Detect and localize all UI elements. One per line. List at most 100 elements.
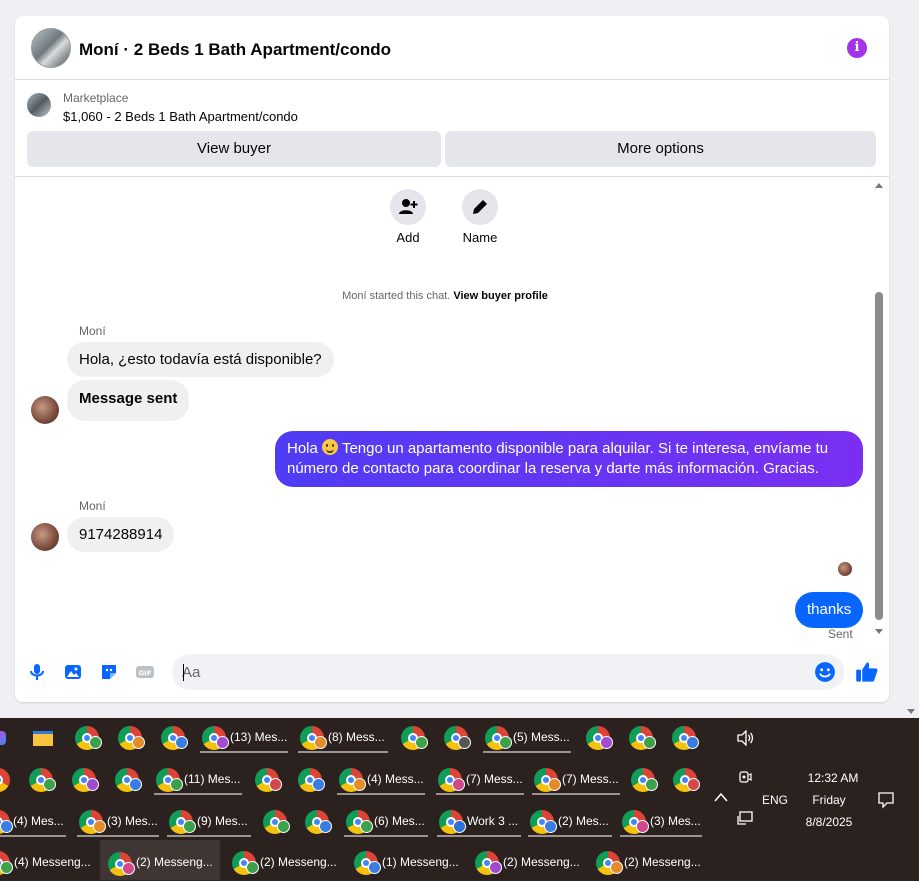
chrome-window-messenger[interactable]: (2) Messeng... — [594, 848, 704, 878]
chrome-window-messenger[interactable]: (1) Messeng... — [352, 848, 462, 878]
chat-header: Moní · 2 Beds 1 Bath Apartment/condo i — [15, 16, 889, 80]
microphone-in-use-icon[interactable] — [738, 770, 752, 786]
chat-scrollbar[interactable] — [873, 177, 885, 647]
svg-text:GIF: GIF — [138, 670, 151, 678]
chrome-window-work[interactable]: Work 3 ... — [437, 807, 521, 837]
chevron-up-icon[interactable] — [714, 792, 728, 802]
chrome-window[interactable] — [29, 765, 56, 795]
profile-badge-icon — [89, 736, 102, 749]
incoming-message[interactable]: Hola, ¿esto todavía está disponible? — [67, 342, 334, 377]
gif-icon[interactable]: GIF — [135, 662, 155, 682]
marketplace-listing-row[interactable]: Marketplace $1,060 - 2 Beds 1 Bath Apart… — [15, 80, 889, 126]
emoji-icon[interactable] — [814, 661, 836, 683]
sender-avatar[interactable] — [31, 523, 59, 551]
scroll-down-arrow[interactable] — [875, 629, 883, 634]
chrome-window-messenger[interactable]: (6) Mes... — [344, 807, 428, 837]
chrome-window[interactable] — [263, 807, 290, 837]
outgoing-message[interactable]: Hola Tengo un apartamento disponible par… — [275, 431, 863, 487]
network-icon[interactable] — [736, 810, 754, 826]
profile-badge-icon — [246, 861, 259, 874]
chrome-window[interactable] — [0, 765, 12, 795]
chrome-window-messenger[interactable]: (2) Messeng... — [473, 848, 583, 878]
profile-badge-icon — [415, 736, 428, 749]
profile-badge-icon — [499, 736, 512, 749]
chrome-window-messenger[interactable]: (4) Mess... — [337, 765, 425, 795]
file-explorer-app[interactable] — [31, 723, 55, 753]
copilot-app[interactable] — [0, 723, 10, 753]
window-title: (2) Messeng... — [136, 855, 213, 869]
chrome-window[interactable] — [305, 807, 332, 837]
chat-title[interactable]: Moní · 2 Beds 1 Bath Apartment/condo — [79, 40, 391, 60]
scrollbar-thumb[interactable] — [875, 292, 883, 620]
chrome-window-messenger[interactable]: (13) Mes... — [200, 723, 288, 753]
message-text-rest: Tengo un apartamento disponible para alq… — [287, 440, 829, 477]
speaker-icon[interactable] — [736, 730, 754, 746]
chrome-window[interactable] — [298, 765, 325, 795]
chrome-window[interactable] — [115, 765, 142, 795]
chrome-window-messenger[interactable]: (2) Mes... — [528, 807, 612, 837]
profile-badge-icon — [548, 778, 561, 791]
chrome-window[interactable] — [631, 765, 658, 795]
chrome-window-messenger[interactable]: (11) Mes... — [154, 765, 242, 795]
sender-avatar[interactable] — [31, 396, 59, 424]
message-input-box[interactable] — [172, 654, 844, 690]
chrome-window[interactable] — [75, 723, 102, 753]
clock-date[interactable]: 8/8/2025 — [805, 815, 853, 829]
chrome-window[interactable] — [672, 723, 699, 753]
chrome-window-messenger[interactable]: (4) Messeng... — [0, 848, 96, 878]
scroll-up-arrow[interactable] — [875, 183, 883, 188]
photo-icon[interactable] — [63, 662, 83, 682]
incoming-message[interactable]: Message sent — [67, 380, 190, 421]
add-person-button[interactable] — [390, 189, 426, 225]
chrome-window[interactable] — [255, 765, 282, 795]
chrome-window-messenger[interactable]: (2) Messeng... — [230, 848, 340, 878]
profile-badge-icon — [216, 736, 229, 749]
notification-icon[interactable] — [877, 791, 895, 809]
chat-window: Moní · 2 Beds 1 Bath Apartment/condo i M… — [15, 16, 889, 702]
info-icon[interactable]: i — [847, 38, 867, 58]
chrome-window[interactable] — [401, 723, 428, 753]
profile-badge-icon — [129, 778, 142, 791]
profile-badge-icon — [544, 820, 557, 833]
thumbs-up-icon[interactable] — [855, 660, 879, 684]
clock-day[interactable]: Friday — [805, 793, 853, 807]
chrome-window-messenger[interactable]: (7) Mess... — [532, 765, 620, 795]
outgoing-message[interactable]: thanks — [795, 592, 864, 628]
message-input[interactable] — [182, 654, 802, 690]
listing-actions: View buyer More options — [27, 131, 877, 167]
more-options-button[interactable]: More options — [445, 131, 876, 167]
profile-badge-icon — [183, 820, 196, 833]
clock-time[interactable]: 12:32 AM — [805, 771, 861, 785]
chrome-window[interactable] — [72, 765, 99, 795]
chrome-window[interactable] — [118, 723, 145, 753]
chrome-window[interactable] — [161, 723, 188, 753]
window-title: (3) Mes... — [650, 814, 701, 828]
chrome-window-messenger[interactable]: (4) Mes... — [0, 807, 66, 837]
sticker-icon[interactable] — [99, 662, 119, 682]
message-composer: GIF — [15, 652, 889, 692]
chrome-window[interactable] — [629, 723, 656, 753]
listing-avatar[interactable] — [31, 28, 71, 68]
language-indicator[interactable]: ENG — [762, 793, 788, 807]
page-scroll-down-arrow[interactable] — [907, 709, 915, 714]
chrome-window-messenger-active[interactable]: (2) Messeng... — [100, 840, 220, 880]
chrome-window-messenger[interactable]: (7) Mess... — [436, 765, 524, 795]
microphone-icon[interactable] — [27, 662, 47, 682]
taskbar-row: (4) Messeng... (2) Messeng... (2) Messen… — [0, 840, 701, 880]
profile-badge-icon — [0, 861, 13, 874]
chrome-window[interactable] — [586, 723, 613, 753]
page-scrollbar[interactable] — [904, 0, 919, 716]
chrome-window-messenger[interactable]: (9) Mes... — [167, 807, 251, 837]
chrome-window-messenger[interactable]: (8) Mess... — [298, 723, 388, 753]
view-buyer-profile-link[interactable]: View buyer profile — [453, 290, 548, 302]
chrome-window[interactable] — [673, 765, 700, 795]
chrome-window-messenger[interactable]: (3) Mes... — [77, 807, 159, 837]
chrome-window-messenger[interactable]: (3) Mes... — [620, 807, 702, 837]
chrome-window-messenger[interactable]: (5) Mess... — [483, 723, 571, 753]
chrome-window[interactable] — [444, 723, 471, 753]
window-title: (4) Mess... — [367, 772, 424, 786]
window-title: (1) Messeng... — [382, 855, 459, 869]
incoming-message[interactable]: 9174288914 — [67, 517, 175, 552]
view-buyer-button[interactable]: View buyer — [27, 131, 441, 167]
name-chat-button[interactable] — [462, 189, 498, 225]
